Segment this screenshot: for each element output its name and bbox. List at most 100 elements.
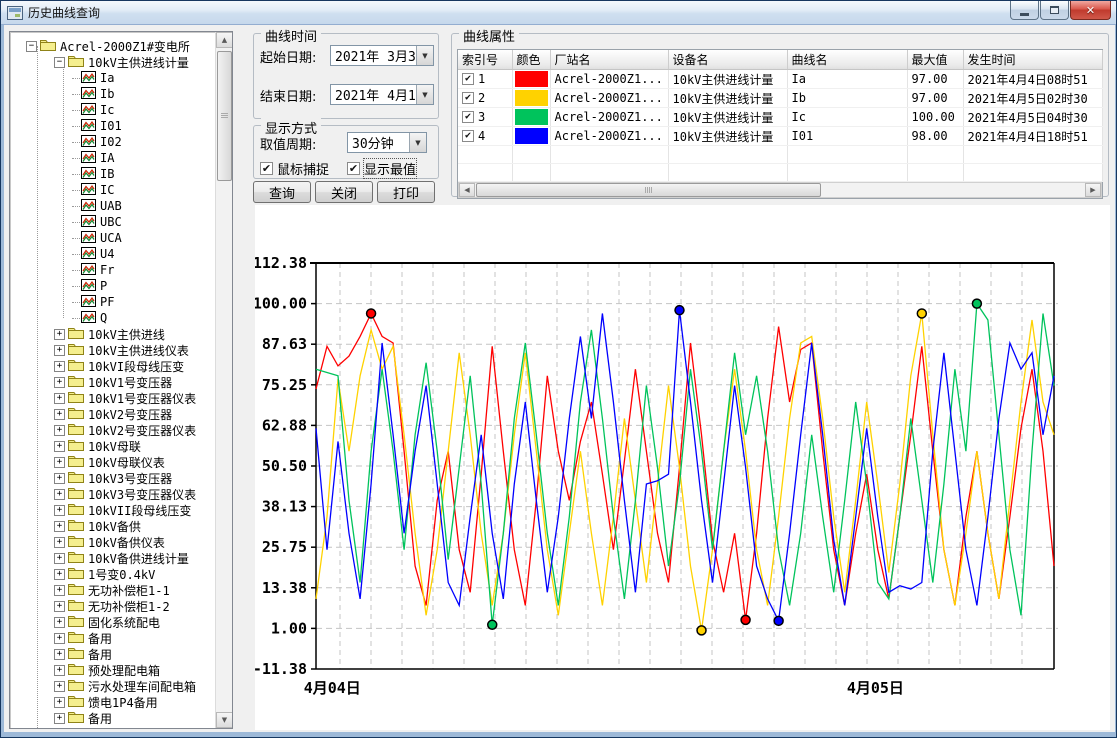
scroll-right-button[interactable]: ▶ (1085, 183, 1101, 197)
sample-period-dropdown-button[interactable]: ▼ (409, 133, 426, 152)
show-extremes-label[interactable]: 显示最值 (364, 159, 416, 178)
tree-item-folder[interactable]: +无功补偿柜1-2 (10, 598, 170, 614)
expand-icon[interactable]: + (54, 329, 65, 340)
query-button[interactable]: 查询 (253, 181, 311, 203)
scroll-down-button[interactable]: ▼ (216, 712, 233, 728)
tree-item-curve[interactable]: UBC (10, 214, 122, 230)
column-header[interactable]: 颜色 (512, 50, 550, 70)
tree-item-folder[interactable]: +10kV主供进线 (10, 326, 165, 342)
tree-item-folder[interactable]: +备用 (10, 710, 112, 726)
tree-item-root[interactable]: −Acrel-2000Z1#变电所 (10, 38, 190, 54)
tree-item-curve[interactable]: IC (10, 182, 114, 198)
expand-icon[interactable]: + (54, 553, 65, 564)
tree-item-folder[interactable]: +10kV备供仪表 (10, 534, 165, 550)
tree-item-folder[interactable]: +预处理配电箱 (10, 662, 160, 678)
minimize-button[interactable] (1010, 1, 1039, 20)
tree-item-folder[interactable]: +10kV母联仪表 (10, 454, 165, 470)
tree-item-curve[interactable]: IB (10, 166, 114, 182)
expand-icon[interactable]: + (54, 489, 65, 500)
column-header[interactable]: 索引号 (458, 50, 512, 70)
tree-item-folder[interactable]: +10kV1号变压器仪表 (10, 390, 196, 406)
tree-item-curve[interactable]: U4 (10, 246, 114, 262)
tree-item-curve[interactable]: Q (10, 310, 107, 326)
tree-item-folder[interactable]: +10kVII段母线压变 (10, 502, 191, 518)
expand-icon[interactable]: + (54, 569, 65, 580)
expand-icon[interactable]: + (54, 697, 65, 708)
tree-item-curve[interactable]: IA (10, 150, 114, 166)
tree-item-folder[interactable]: +污水处理车间配电箱 (10, 678, 196, 694)
scroll-up-button[interactable]: ▲ (216, 32, 233, 48)
expand-icon[interactable]: + (54, 409, 65, 420)
expand-icon[interactable]: + (54, 441, 65, 452)
tree-item-folder[interactable]: +馈电1P4备用 (10, 694, 158, 710)
tree-item-folder[interactable]: +10kV3号变压器 (10, 470, 172, 486)
tree-item-folder[interactable]: +10kV1号变压器 (10, 374, 172, 390)
tree-item-folder[interactable]: +10kVI段母线压变 (10, 358, 184, 374)
row-checkbox[interactable]: ✔ (462, 92, 474, 104)
tree-item-folder[interactable]: +三效蒸发系统配电箱 (10, 726, 196, 728)
tree-item-folder[interactable]: +10kV备供 (10, 518, 141, 534)
expand-icon[interactable]: + (54, 601, 65, 612)
collapse-icon[interactable]: − (26, 41, 37, 52)
column-header[interactable]: 设备名 (668, 50, 787, 70)
tree-item-curve[interactable]: PF (10, 294, 114, 310)
row-checkbox[interactable]: ✔ (462, 73, 474, 85)
curve-table-hscrollbar[interactable]: ◀ ▶ (458, 182, 1102, 198)
expand-icon[interactable]: + (54, 521, 65, 532)
tree-item-folder[interactable]: +固化系统配电 (10, 614, 160, 630)
expand-icon[interactable]: + (54, 633, 65, 644)
scroll-left-button[interactable]: ◀ (459, 183, 475, 197)
tree-item-curve[interactable]: UAB (10, 198, 122, 214)
tree-item-curve[interactable]: P (10, 278, 107, 294)
tree-item-curve[interactable]: I01 (10, 118, 122, 134)
expand-icon[interactable]: + (54, 393, 65, 404)
sample-period-select[interactable]: 30分钟 ▼ (347, 132, 427, 153)
tree-item-folder[interactable]: +10kV母联 (10, 438, 141, 454)
table-row[interactable]: ✔3Acrel-2000Z1...10kV主供进线计量Ic100.002021年… (458, 108, 1102, 127)
row-checkbox[interactable]: ✔ (462, 130, 474, 142)
expand-icon[interactable]: + (54, 681, 65, 692)
expand-icon[interactable]: + (54, 617, 65, 628)
tree-item-curve[interactable]: Ib (10, 86, 114, 102)
tree-item-folder[interactable]: +无功补偿柜1-1 (10, 582, 170, 598)
tree-item-folder[interactable]: +10kV备供进线计量 (10, 550, 189, 566)
column-header[interactable]: 厂站名 (550, 50, 668, 70)
restore-button[interactable] (1040, 1, 1069, 20)
start-date-dropdown-button[interactable]: ▼ (416, 46, 433, 65)
expand-icon[interactable]: + (54, 377, 65, 388)
tree-item-folder[interactable]: +10kV3号变压器仪表 (10, 486, 196, 502)
mouse-capture-checkbox[interactable]: ✔ (260, 162, 273, 175)
expand-icon[interactable]: + (54, 457, 65, 468)
table-row[interactable]: ✔1Acrel-2000Z1...10kV主供进线计量Ia97.002021年4… (458, 70, 1102, 89)
table-row[interactable]: ✔2Acrel-2000Z1...10kV主供进线计量Ib97.002021年4… (458, 89, 1102, 108)
close-dialog-button[interactable]: 关闭 (315, 181, 373, 203)
tree-vertical-scrollbar[interactable]: ▲ ▼ (215, 32, 232, 728)
print-button[interactable]: 打印 (377, 181, 435, 203)
tree-item-folder[interactable]: +10kV2号变压器仪表 (10, 422, 196, 438)
expand-icon[interactable]: + (54, 505, 65, 516)
tree-scrollbar-thumb[interactable] (217, 51, 232, 181)
tree-item-folder[interactable]: +10kV2号变压器 (10, 406, 172, 422)
expand-icon[interactable]: + (54, 361, 65, 372)
tree-item-folder[interactable]: +备用 (10, 646, 112, 662)
tree-item-group[interactable]: −10kV主供进线计量 (10, 54, 189, 70)
mouse-capture-label[interactable]: 鼠标捕捉 (277, 159, 329, 178)
collapse-icon[interactable]: − (54, 57, 65, 68)
show-extremes-checkbox[interactable]: ✔ (347, 162, 360, 175)
expand-icon[interactable]: + (54, 345, 65, 356)
tree-item-folder[interactable]: +备用 (10, 630, 112, 646)
expand-icon[interactable]: + (54, 425, 65, 436)
start-date-picker[interactable]: 2021年 3月30 ▼ (330, 45, 434, 66)
expand-icon[interactable]: + (54, 537, 65, 548)
column-header[interactable]: 发生时间 (963, 50, 1102, 70)
row-checkbox[interactable]: ✔ (462, 111, 474, 123)
expand-icon[interactable]: + (54, 585, 65, 596)
expand-icon[interactable]: + (54, 713, 65, 724)
column-header[interactable]: 曲线名 (787, 50, 907, 70)
tree-item-folder[interactable]: +1号变0.4kV (10, 566, 155, 582)
tree-item-curve[interactable]: Ia (10, 70, 114, 86)
tree-item-curve[interactable]: UCA (10, 230, 122, 246)
tree-item-folder[interactable]: +10kV主供进线仪表 (10, 342, 189, 358)
hscrollbar-thumb[interactable] (476, 183, 821, 197)
expand-icon[interactable]: + (54, 649, 65, 660)
